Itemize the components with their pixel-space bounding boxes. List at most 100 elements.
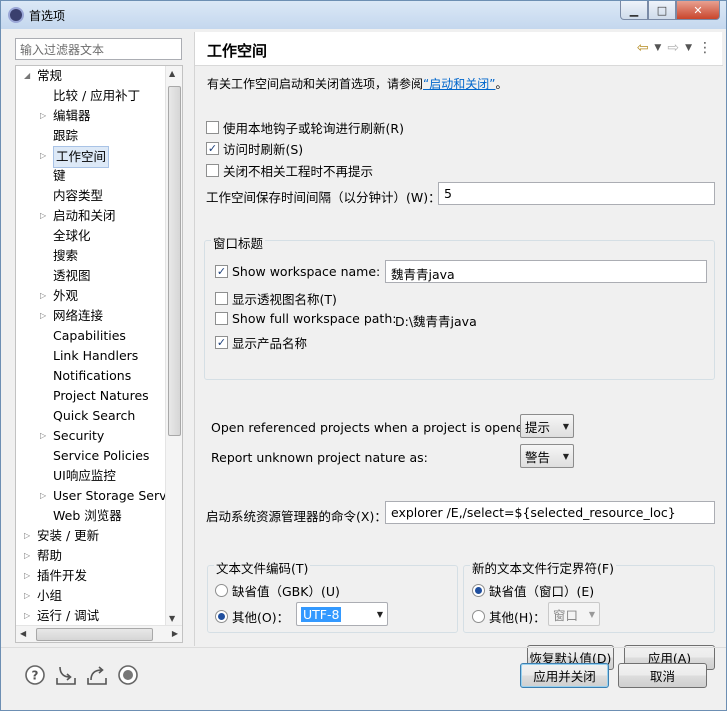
- collapse-arrow-icon[interactable]: ▷: [40, 106, 48, 126]
- tree-item[interactable]: ▷ Security: [40, 426, 104, 446]
- import-icon[interactable]: [55, 664, 77, 686]
- tree-item[interactable]: ▷ 安装 / 更新: [24, 526, 99, 546]
- tree-item[interactable]: 跟踪: [40, 126, 78, 146]
- collapse-arrow-icon[interactable]: ▷: [40, 426, 48, 446]
- workspace-name-input[interactable]: 魏青青java: [385, 260, 707, 283]
- page-navigation: ⇦ ▼ ⇨ ▼ ⋮: [637, 40, 712, 56]
- collapse-arrow-icon[interactable]: ▷: [24, 586, 32, 606]
- tree-item[interactable]: Service Policies: [40, 446, 149, 466]
- view-menu-icon[interactable]: ⋮: [698, 40, 712, 56]
- collapse-arrow-icon[interactable]: ▷: [40, 206, 48, 226]
- tree-item[interactable]: 透视图: [40, 266, 91, 286]
- tree-item[interactable]: ▷ 插件开发: [24, 566, 87, 586]
- tree-item[interactable]: ◢ 常规: [24, 66, 62, 86]
- maximize-button[interactable]: □: [648, 1, 676, 20]
- tree-item[interactable]: 搜索: [40, 246, 78, 266]
- tree-item[interactable]: ▷ 运行 / 调试: [24, 606, 99, 626]
- tree-item[interactable]: Web 浏览器: [40, 506, 122, 526]
- cancel-button[interactable]: 取消: [618, 663, 707, 688]
- show-perspective-option[interactable]: 显示透视图名称(T): [215, 289, 337, 308]
- back-menu-icon[interactable]: ▼: [654, 40, 661, 56]
- explorer-command-input[interactable]: explorer /E,/select=${selected_resource_…: [385, 501, 715, 524]
- show-perspective-checkbox[interactable]: [215, 292, 228, 305]
- forward-menu-icon[interactable]: ▼: [685, 40, 692, 56]
- tree-item[interactable]: 内容类型: [40, 186, 103, 206]
- show-product-option[interactable]: ✓ 显示产品名称: [215, 333, 307, 352]
- scroll-up-arrow-icon[interactable]: ▲: [169, 69, 175, 78]
- preferences-tree[interactable]: ◢ 常规 比较 / 应用补丁 ▷ 编辑器 跟踪 ▷ 工作空间键内容类型 ▷ 启动和关闭全球化搜索透…: [15, 65, 183, 643]
- show-product-checkbox[interactable]: ✓: [215, 336, 228, 349]
- tree-item[interactable]: ▷ User Storage Servic: [40, 486, 177, 506]
- apply-and-close-button[interactable]: 应用并关闭: [520, 663, 609, 688]
- tree-item[interactable]: ▷ 外观: [40, 286, 78, 306]
- delimiter-default-label: 缺省值（窗口）(E): [489, 584, 595, 599]
- tree-vertical-scrollbar[interactable]: ▲ ▼: [165, 66, 182, 626]
- tree-item-label: 全球化: [53, 228, 91, 243]
- tree-item[interactable]: ▷ 编辑器: [40, 106, 91, 126]
- show-full-path-option[interactable]: Show full workspace path:: [215, 311, 396, 326]
- tree-item[interactable]: ▷ 启动和关闭: [40, 206, 116, 226]
- unknown-nature-select[interactable]: 警告 ▼: [520, 444, 574, 468]
- collapse-arrow-icon[interactable]: ▷: [24, 526, 32, 546]
- scroll-down-arrow-icon[interactable]: ▼: [169, 614, 175, 623]
- refresh-on-access-checkbox[interactable]: ✓: [206, 142, 219, 155]
- record-icon[interactable]: [117, 664, 139, 686]
- refresh-hooks-checkbox[interactable]: [206, 121, 219, 134]
- filter-input[interactable]: 输入过滤器文本: [15, 38, 182, 60]
- collapse-arrow-icon[interactable]: ▷: [24, 566, 32, 586]
- tree-item[interactable]: 键: [40, 166, 66, 186]
- refresh-hooks-option[interactable]: 使用本地钩子或轮询进行刷新(R): [206, 118, 404, 137]
- delimiter-other-radio[interactable]: [472, 610, 485, 623]
- back-arrow-icon[interactable]: ⇦: [637, 40, 649, 56]
- encoding-value: UTF-8: [301, 606, 342, 622]
- delimiter-default-option[interactable]: 缺省值（窗口）(E): [472, 581, 594, 600]
- tree-item[interactable]: 全球化: [40, 226, 91, 246]
- tree-item[interactable]: ▷ 小组: [24, 586, 62, 606]
- minimize-button[interactable]: ▁: [620, 1, 648, 20]
- tree-item[interactable]: ▷ 工作空间: [40, 146, 110, 168]
- scroll-left-arrow-icon[interactable]: ◀: [20, 629, 26, 638]
- close-unrelated-option[interactable]: 关闭不相关工程时不再提示: [206, 161, 373, 180]
- collapse-arrow-icon[interactable]: ▷: [40, 306, 48, 326]
- collapse-arrow-icon[interactable]: ▷: [24, 606, 32, 626]
- show-full-path-checkbox[interactable]: [215, 312, 228, 325]
- tree-item[interactable]: Notifications: [40, 366, 131, 386]
- encoding-default-radio[interactable]: [215, 584, 228, 597]
- title-bar[interactable]: 首选项 ▁ □ ✕: [1, 1, 726, 29]
- tree-item[interactable]: Quick Search: [40, 406, 135, 426]
- scroll-right-arrow-icon[interactable]: ▶: [172, 629, 178, 638]
- tree-item[interactable]: ▷ 网络连接: [40, 306, 103, 326]
- expand-arrow-icon[interactable]: ◢: [24, 66, 32, 86]
- encoding-other-option[interactable]: 其他(O)：: [215, 607, 289, 626]
- show-workspace-name-checkbox[interactable]: ✓: [215, 265, 228, 278]
- tree-item[interactable]: ▷ 帮助: [24, 546, 62, 566]
- scrollbar-thumb[interactable]: [36, 628, 153, 641]
- delimiter-other-option[interactable]: 其他(H)：: [472, 607, 546, 626]
- collapse-arrow-icon[interactable]: ▷: [40, 486, 48, 506]
- tree-item[interactable]: Link Handlers: [40, 346, 138, 366]
- close-button[interactable]: ✕: [676, 1, 720, 20]
- tree-item[interactable]: 比较 / 应用补丁: [40, 86, 140, 106]
- encoding-default-option[interactable]: 缺省值（GBK）(U): [215, 581, 340, 600]
- referenced-projects-select[interactable]: 提示 ▼: [520, 414, 574, 438]
- tree-horizontal-scrollbar[interactable]: ◀ ▶: [16, 625, 182, 642]
- tree-item[interactable]: Project Natures: [40, 386, 149, 406]
- scrollbar-thumb[interactable]: [168, 86, 181, 436]
- forward-arrow-icon[interactable]: ⇨: [667, 40, 679, 56]
- help-icon[interactable]: ?: [24, 664, 46, 686]
- tree-item[interactable]: Capabilities: [40, 326, 126, 346]
- collapse-arrow-icon[interactable]: ▷: [40, 286, 48, 306]
- startup-shutdown-link[interactable]: “启动和关闭”: [423, 77, 495, 91]
- delimiter-default-radio[interactable]: [472, 584, 485, 597]
- export-icon[interactable]: [86, 664, 108, 686]
- encoding-select[interactable]: UTF-8 ▼: [296, 602, 388, 626]
- show-workspace-name-option[interactable]: ✓ Show workspace name:: [215, 264, 380, 279]
- encoding-other-radio[interactable]: [215, 610, 228, 623]
- save-interval-input[interactable]: 5: [438, 182, 715, 205]
- tree-item[interactable]: UI响应监控: [40, 466, 116, 486]
- delimiter-select[interactable]: 窗口 ▼: [548, 602, 600, 626]
- refresh-on-access-option[interactable]: ✓ 访问时刷新(S): [206, 139, 303, 158]
- collapse-arrow-icon[interactable]: ▷: [40, 146, 48, 166]
- close-unrelated-checkbox[interactable]: [206, 164, 219, 177]
- collapse-arrow-icon[interactable]: ▷: [24, 546, 32, 566]
